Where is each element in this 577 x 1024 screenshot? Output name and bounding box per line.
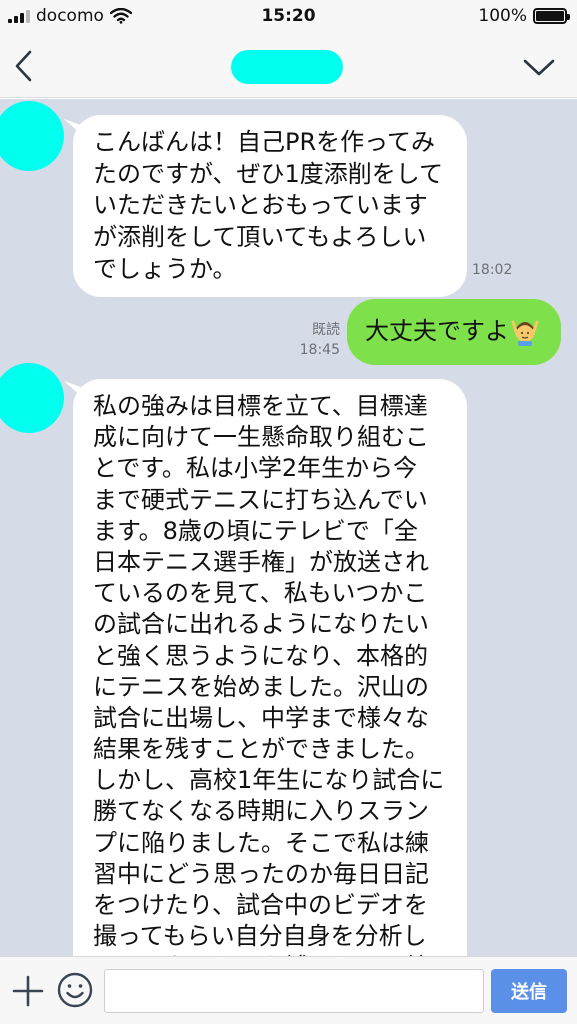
message-list[interactable]: こんばんは！自己PRを作ってみ たのですが、ぜひ1度添削をして いただきたいとお… xyxy=(0,99,577,956)
message-input[interactable] xyxy=(104,969,484,1013)
message-input-bar: 送信 xyxy=(0,956,577,1024)
status-right: 100% xyxy=(478,6,570,26)
send-button[interactable]: 送信 xyxy=(491,969,567,1013)
smiley-icon xyxy=(57,972,93,1008)
read-receipt: 既読 xyxy=(312,322,340,338)
message-bubble-incoming[interactable]: こんばんは！自己PRを作ってみ たのですが、ぜひ1度添削をして いただきたいとお… xyxy=(73,115,467,298)
avatar[interactable] xyxy=(0,101,64,171)
battery-icon xyxy=(533,8,570,24)
person-gesturing-ok-emoji xyxy=(511,318,539,346)
chevron-down-icon xyxy=(523,59,555,76)
status-bar: docomo 15:20 100% xyxy=(0,0,577,36)
chat-header xyxy=(0,36,577,98)
message-time: 18:02 xyxy=(472,262,513,278)
message-meta-outgoing: 既読 18:45 xyxy=(296,321,340,360)
chevron-left-icon xyxy=(15,50,32,82)
plus-icon xyxy=(12,975,44,1007)
message-bubble-incoming[interactable]: 私の強みは目標を立て、目標達 成に向けて一生懸命取り組むこ とです。私は小学2年… xyxy=(73,379,467,956)
avatar[interactable] xyxy=(0,363,64,433)
redacted-contact-name xyxy=(231,50,343,84)
battery-percent: 100% xyxy=(478,6,527,26)
message-text: 大丈夫ですよ xyxy=(365,317,509,345)
add-attachment-button[interactable] xyxy=(10,973,46,1009)
message-time: 18:45 xyxy=(299,341,340,358)
emoji-button[interactable] xyxy=(56,971,94,1009)
menu-toggle-button[interactable] xyxy=(521,52,557,82)
back-button[interactable] xyxy=(10,48,40,84)
message-bubble-outgoing[interactable]: 大丈夫ですよ xyxy=(347,299,561,365)
